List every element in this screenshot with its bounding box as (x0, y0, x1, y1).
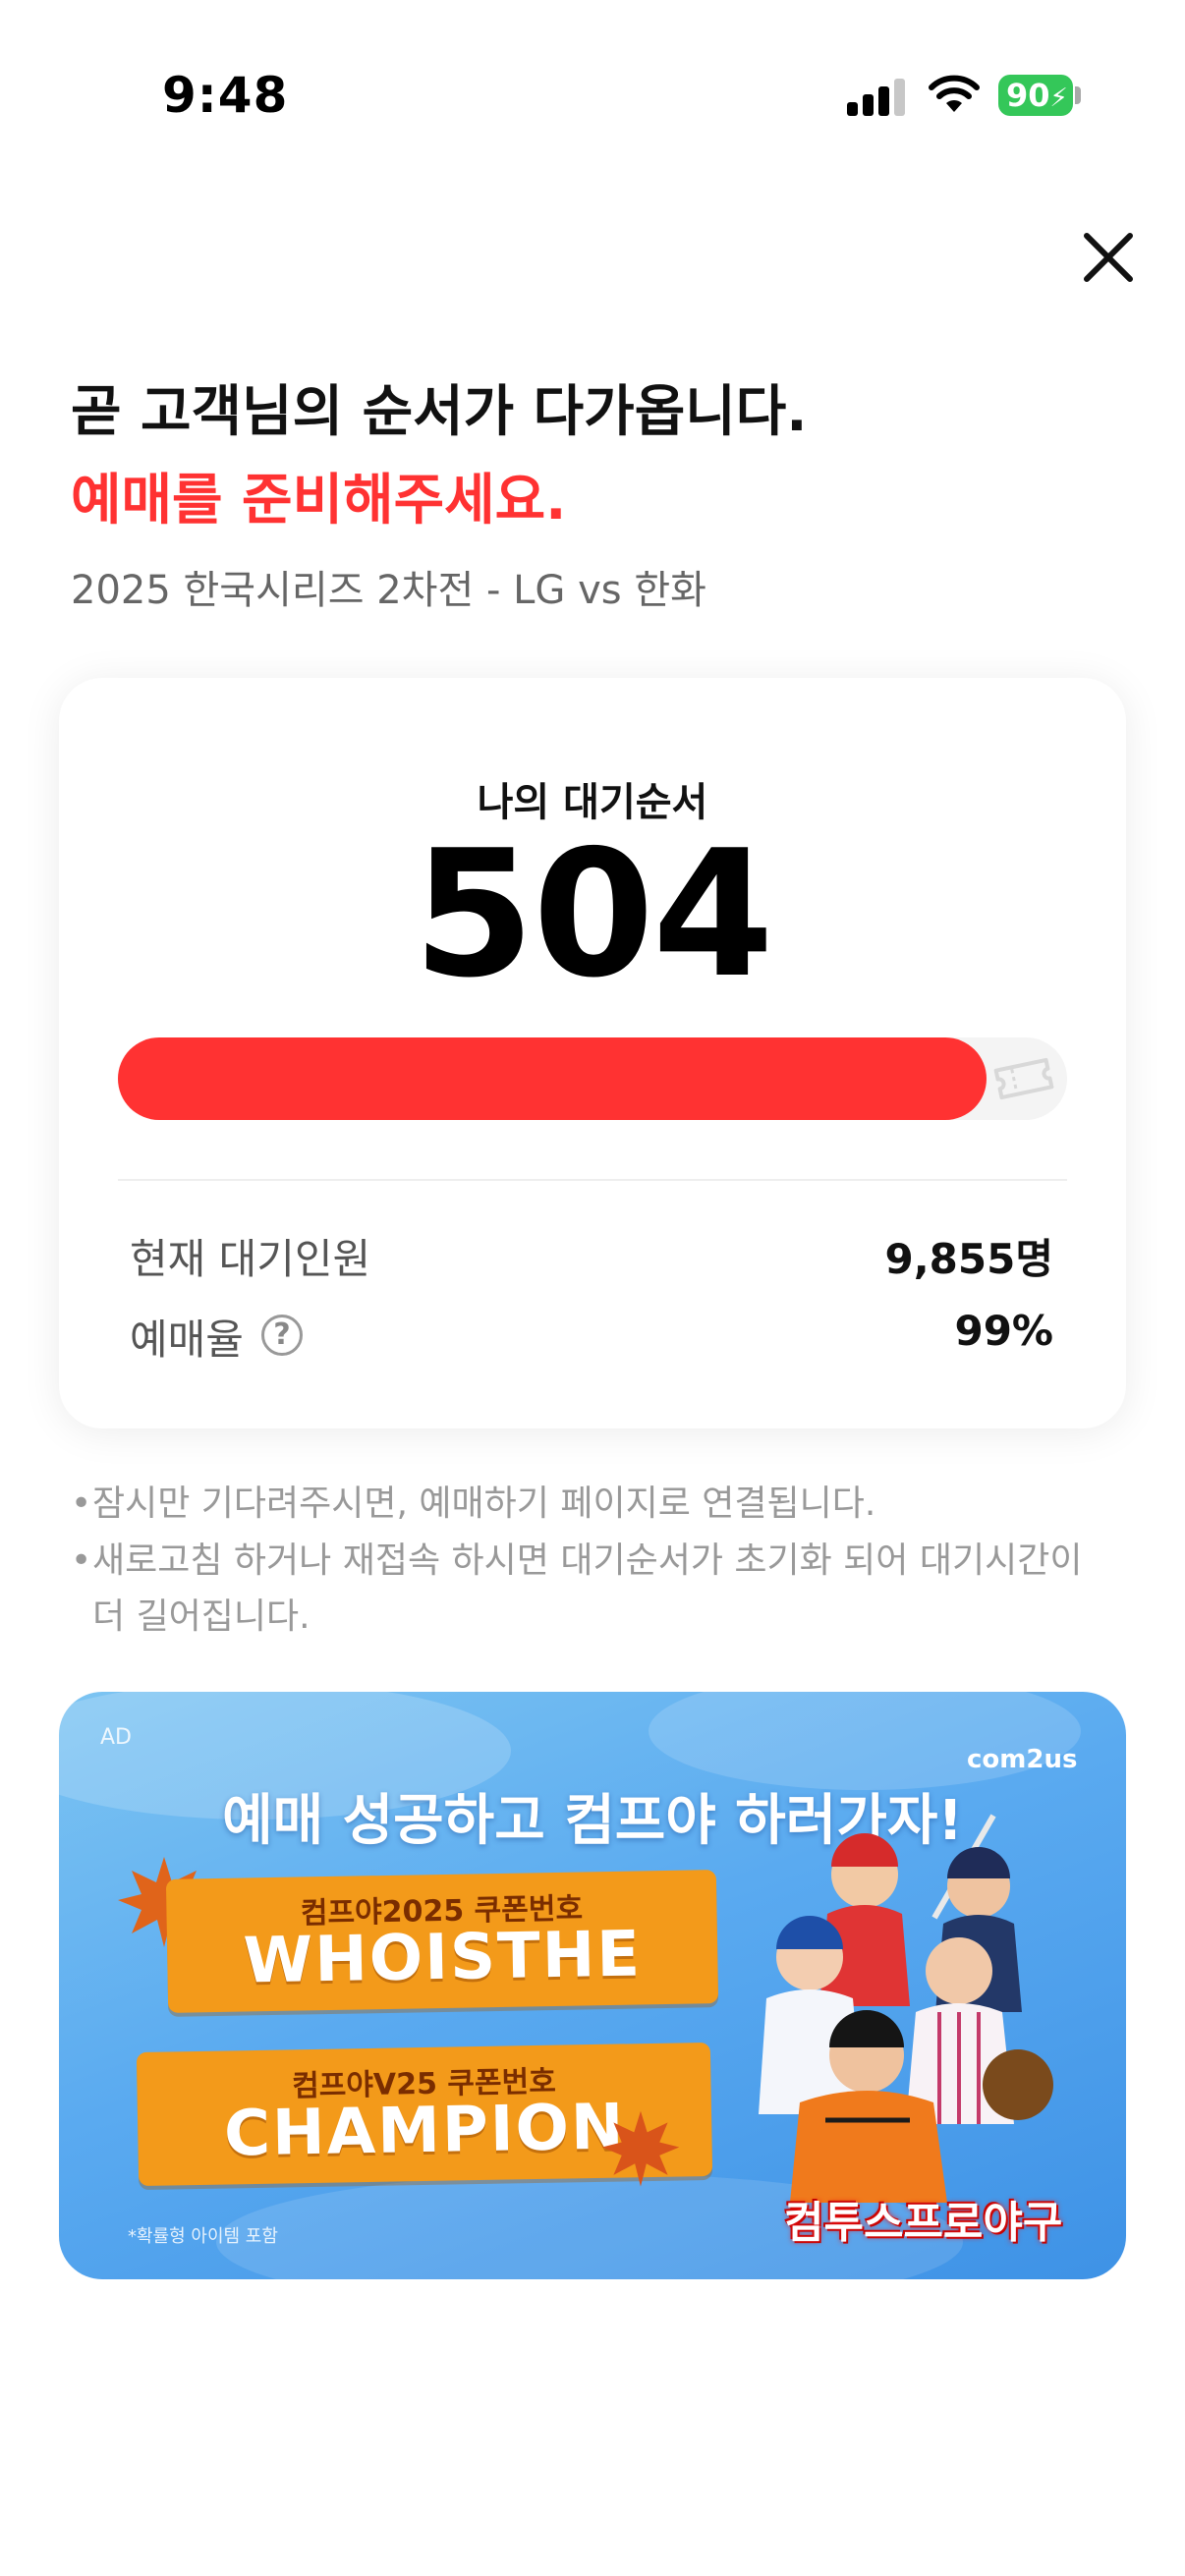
close-icon[interactable] (1081, 230, 1136, 285)
booking-rate-label: 예매율 (130, 1316, 244, 1364)
notice-item: • 잠시만 기다려주시면, 예매하기 페이지로 연결됩니다. (71, 1476, 1112, 1532)
ad-tag: AD (100, 1725, 132, 1750)
wifi-icon (929, 75, 980, 112)
current-waiting-value: 9,855명 (884, 1235, 1054, 1283)
bullet: • (71, 1540, 92, 1581)
bullet: • (71, 1484, 92, 1524)
battery-cap (1075, 86, 1081, 104)
status-time: 9:48 (162, 67, 289, 124)
game-logo: 컴투스프로야구 (784, 2198, 1063, 2248)
coupon-box-1: 컴프야2025 쿠폰번호 WHOISTHE (165, 1870, 719, 2013)
current-waiting-label: 현재 대기인원 (130, 1235, 371, 1283)
charging-bolt-icon: ⚡ (1049, 84, 1068, 113)
help-icon[interactable]: ? (261, 1315, 303, 1356)
queue-number: 504 (413, 812, 774, 1016)
ticket-icon (993, 1057, 1054, 1100)
notice-item: • 새로고침 하거나 재접속 하시면 대기순서가 초기화 되어 대기시간이 더 … (71, 1533, 1112, 1645)
progress-fill (118, 1037, 987, 1120)
event-subtitle: 2025 한국시리즈 2차전 - LG vs 한화 (71, 568, 706, 613)
ad-footnote: *확률형 아이템 포함 (128, 2226, 278, 2247)
coupon-code: WHOISTHE (242, 1918, 643, 1998)
page-title-highlight: 예매를 준비해주세요. (71, 469, 567, 532)
notice-text: 새로고침 하거나 재접속 하시면 대기순서가 초기화 되어 대기시간이 더 길어… (92, 1540, 1083, 1637)
battery-indicator: 90⚡ (998, 75, 1073, 116)
notice-text: 잠시만 기다려주시면, 예매하기 페이지로 연결됩니다. (92, 1484, 876, 1524)
ad-brand-logo: com2us (967, 1745, 1078, 1774)
booking-rate-value: 99% (954, 1307, 1053, 1355)
card-divider (118, 1179, 1067, 1181)
battery-level: 90 (1006, 77, 1050, 114)
baseball-players-illustration (759, 1814, 1053, 2203)
cellular-signal-icon (847, 77, 906, 116)
page-title: 곧 고객님의 순서가 다가옵니다. (71, 380, 808, 444)
ad-banner[interactable]: AD com2us 예매 성공하고 컴프야 하러가자! 컴프야2025 쿠폰번호… (59, 1692, 1126, 2279)
maple-leaf-icon (601, 2110, 680, 2187)
